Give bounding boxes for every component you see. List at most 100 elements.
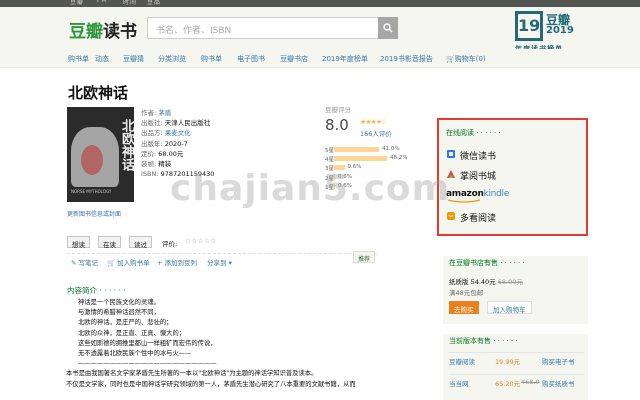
rating-percent: 48.2% [390, 155, 408, 162]
store-old-price: 68.00元 [497, 278, 523, 286]
share-link[interactable]: 分享到 ▾ [207, 257, 232, 267]
search-input[interactable]: 书名、作者、ISBN [147, 17, 381, 39]
duokan-link[interactable]: 多看阅读 [446, 208, 584, 226]
nav-item-browse[interactable]: 分类浏览 [158, 54, 186, 64]
nav-item-guess[interactable]: 豆瓣猜 [123, 54, 144, 64]
shop-price: 19.99元 [495, 358, 521, 366]
add-booklist-label: 加入购书单 [117, 259, 150, 267]
shop-name[interactable]: 当当网 [449, 378, 469, 388]
nav-item-ebooks[interactable]: 电子图书 [237, 54, 265, 64]
intro-line: 这些如斯德的拥推里都山一样粗犷而宏伟的传说， [78, 339, 217, 347]
ireader-link[interactable]: 掌阅书城 [446, 166, 584, 184]
want-read-button[interactable]: 想读 [67, 236, 90, 249]
rate-stars-input[interactable]: ☆☆☆☆☆ [185, 237, 216, 245]
nav-item-report[interactable]: 2019书影音报告 [380, 54, 433, 64]
intro-line: 本书是由我国著名文学家茅盾先生所著的一本以"北欧神话"为主题的神话学知识普及读本… [66, 370, 318, 378]
weread-label: 微信读书 [460, 152, 497, 162]
rating-count[interactable]: 166人评价 [360, 128, 392, 138]
duokan-icon [447, 212, 455, 220]
cover-title: 北欧神话 [119, 119, 134, 171]
douban-store-panel: 在豆瓣书店有售 · · · · · · 纸质版 54.40元 68.00元 满4… [443, 256, 588, 324]
update-cover-link[interactable]: 更新图书信息或封面 [67, 209, 121, 218]
online-reading-title: 在线阅读 · · · · · · [446, 129, 501, 137]
versions-panel: 当前版本有售 · · · · · · 豆瓣阅读 19.99元 购买电子书 当当网… [443, 334, 588, 400]
add-doulist-label: 添加到豆列 [164, 259, 198, 267]
site-watermark: chajian5.com [170, 168, 451, 209]
book-cover[interactable]: 北欧神话 NORSE MYTHOLOGY [67, 107, 134, 202]
add-to-cart-button[interactable]: 加入购物车 [487, 301, 532, 314]
reading-button[interactable]: 在读 [98, 236, 121, 249]
badge-year: 2019 [546, 25, 574, 36]
intro-line: 神话是一个民族文化的灵魂。 [78, 299, 160, 306]
intro-title: 内容简介 · · · · · · [67, 286, 126, 295]
nav-item-annual-list[interactable]: 2019年度榜单 [322, 54, 368, 64]
top-link-fm[interactable]: FM [97, 0, 108, 4]
main-nav: 购书单 动态 豆瓣猜 分类浏览 购书单 电子图书 豆瓣书店 2019年度榜单 2… [0, 49, 640, 68]
rating-score: 8.0 [325, 116, 349, 134]
search-button[interactable] [378, 17, 398, 39]
kindle-label: amazonkindle [446, 189, 509, 199]
rating-star-label: 5星 [325, 148, 334, 154]
nav-item-bookstore[interactable]: 豆瓣书店 [280, 54, 308, 64]
version-row: 当当网 65.20元 ¥68.0 购买纸质书 [449, 374, 584, 388]
kindle-link[interactable]: amazonkindle [446, 186, 584, 204]
annual-list-badge[interactable]: 19 豆瓣 2019 年度读书榜单 [515, 11, 595, 53]
weread-icon [447, 150, 455, 158]
info-label: 出品方: [141, 129, 163, 138]
store-title: 在豆瓣书店有售 · · · · · · [449, 259, 525, 267]
store-shipping-note: 满48元包邮 [449, 289, 484, 297]
info-label: 出版社: [141, 119, 163, 128]
write-note-link[interactable]: ✎ 写笔记 [71, 257, 98, 267]
info-value: 2020-7 [164, 139, 188, 148]
header: 豆瓣读书 书名、作者、ISBN 19 豆瓣 2019 年度读书榜单 [0, 7, 640, 53]
add-booklist-link[interactable]: 🛒 加入购书单 [107, 257, 150, 267]
intro-line: 与激情的希腊神话迥然不同， [78, 309, 160, 317]
info-label: ISBN: [141, 170, 159, 179]
intro-line: 不仅是文学家，同时也是中国神话学研究领域的第一人，茅盾先生潜心研究了八本重要的文… [66, 380, 356, 388]
badge-number: 19 [515, 11, 543, 41]
recommend-button[interactable]: 推荐 [353, 251, 376, 263]
search-icon [383, 23, 393, 33]
intro-text: 神话是一个民族文化的灵魂。 与激情的希腊神话迥然不同， 北欧的神话，是庄严的、悲… [66, 298, 433, 390]
rating-percent: 41.0% [382, 146, 400, 152]
producer-link[interactable]: 果麦文化 [165, 129, 191, 137]
read-button[interactable]: 读过 [129, 236, 152, 249]
shop-name[interactable]: 豆瓣阅读 [449, 356, 475, 366]
intro-divider: —————————————————————— [78, 360, 217, 368]
top-link-market[interactable]: 豆品 [147, 0, 161, 6]
nav-item-booklist[interactable]: 购书单 [68, 54, 89, 64]
buy-button[interactable]: 去购买 [449, 301, 479, 314]
write-note-label: 写笔记 [78, 259, 99, 267]
nav-item-updates[interactable]: 动态 [95, 54, 109, 64]
buy-paper-link[interactable]: 购买纸质书 [542, 378, 575, 388]
info-producer: 出品方: 果麦文化 [141, 128, 214, 138]
rate-label: 评价: [162, 240, 178, 248]
paper-label: 纸质版 [449, 278, 469, 286]
cover-art-accent [81, 145, 103, 175]
rating-bar [334, 147, 380, 152]
store-price: 54.40元 [470, 278, 496, 286]
buy-ebook-link[interactable]: 购买电子书 [542, 356, 575, 366]
versions-title: 当前版本有售 · · · · · · [449, 337, 518, 345]
info-value: 精装 [158, 160, 172, 169]
kindle-icon [447, 199, 481, 203]
version-row: 豆瓣阅读 19.99元 购买电子书 [449, 352, 584, 366]
rating-stars: ★★★★☆ [360, 118, 387, 126]
nav-item-cart[interactable]: 🛒购物车(0) [446, 54, 486, 64]
weread-link[interactable]: 微信读书 [446, 146, 584, 164]
share-label: 分享到 [207, 259, 227, 267]
info-publisher: 出版社: 天津人民出版社 [141, 118, 214, 128]
nav-item-buylist[interactable]: 购书单 [201, 54, 222, 64]
shop-old-price: ¥68.0 [521, 378, 540, 386]
info-value: 68.00元 [158, 149, 184, 158]
add-doulist-link[interactable]: + 添加到豆列 [157, 257, 197, 267]
top-link-douban[interactable]: 豆瓣 [70, 0, 84, 6]
author-link[interactable]: 茅盾 [158, 109, 171, 117]
info-price: 定价: 68.00元 [141, 149, 214, 159]
top-link-time[interactable]: 时间 [123, 0, 137, 6]
logo-brand: 豆瓣 [69, 22, 103, 42]
info-label: 定价: [141, 149, 157, 158]
site-logo[interactable]: 豆瓣读书 [69, 17, 137, 42]
info-pubyear: 出版年: 2020-7 [141, 139, 214, 149]
rating-row-4: 4星 48.2% [325, 155, 425, 163]
